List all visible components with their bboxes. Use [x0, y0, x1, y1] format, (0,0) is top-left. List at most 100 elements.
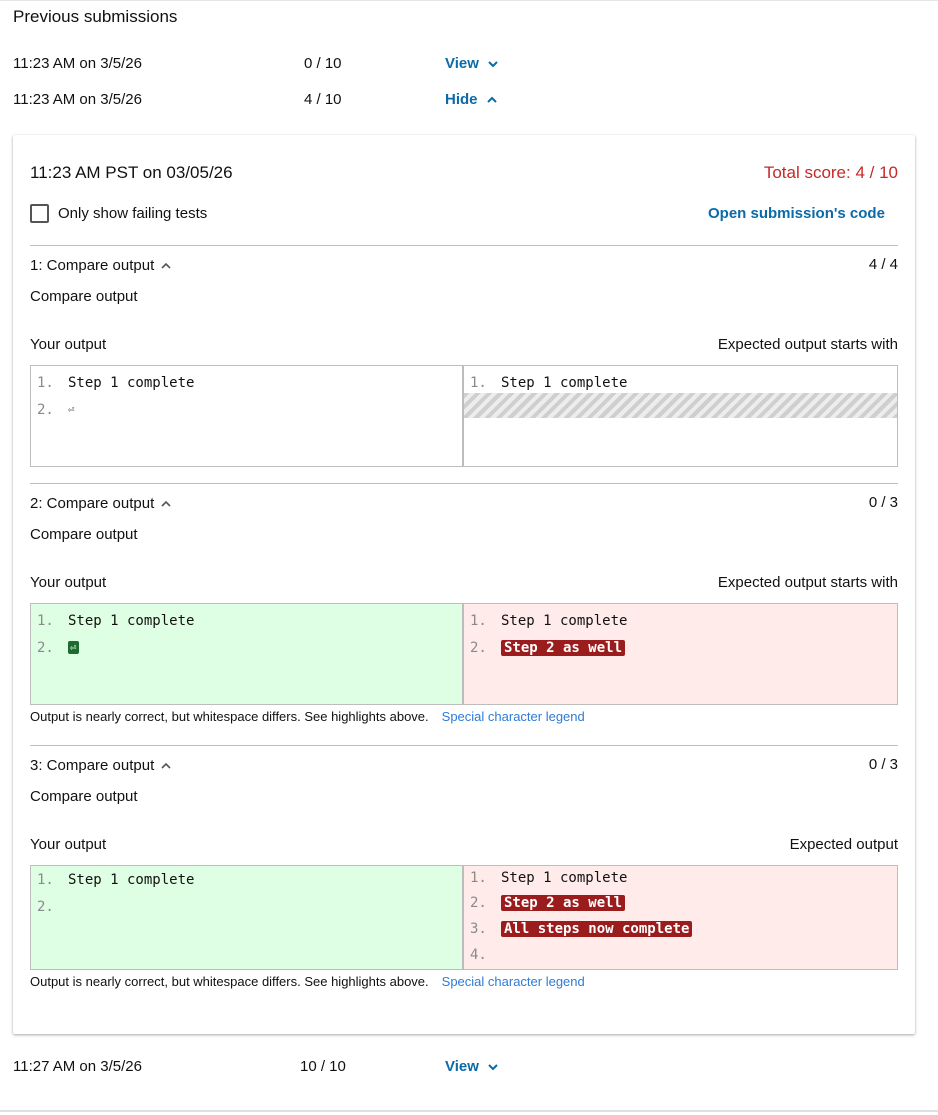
output-line: 1. Step 1 complete: [464, 369, 897, 396]
chevron-down-icon: [488, 60, 498, 67]
bottom-divider: [0, 1110, 938, 1112]
your-output-label: Your output: [30, 836, 107, 853]
divider: [30, 483, 898, 484]
submission-timestamp: 11:23 AM PST on 03/05/26: [30, 163, 233, 182]
output-line: 2. ⏎: [31, 396, 462, 423]
hide-toggle[interactable]: Hide: [445, 91, 498, 108]
submission-time: 11:23 AM on 3/5/26: [13, 91, 142, 108]
test-score: 4 / 4: [868, 256, 898, 273]
output-line: 2. ⏎: [31, 634, 462, 661]
submission-row: 11:23 AM on 3/5/26 4 / 10 Hide: [13, 91, 533, 111]
submission-time: 11:23 AM on 3/5/26: [13, 55, 142, 72]
view-toggle-label: View: [445, 1058, 479, 1075]
output-line: 2. Step 2 as well: [464, 634, 897, 661]
return-icon: ⏎: [68, 403, 75, 416]
output-line: 2.: [31, 893, 462, 920]
open-submission-code-link[interactable]: Open submission's code: [708, 205, 885, 222]
submission-score: 0 / 10: [304, 55, 342, 72]
test-toggle[interactable]: 3: Compare output: [30, 757, 172, 774]
section-title: Previous submissions: [13, 7, 178, 26]
special-character-legend-link[interactable]: Special character legend: [442, 709, 585, 724]
test-toggle[interactable]: 2: Compare output: [30, 495, 172, 512]
output-line: 1. Step 1 complete: [31, 866, 462, 893]
top-divider: [0, 0, 938, 1]
chevron-down-icon: [488, 1063, 498, 1070]
test-description: Compare output: [30, 788, 138, 805]
line-number: 2.: [470, 895, 487, 911]
expected-output-label: Expected output starts with: [717, 574, 898, 591]
return-icon: ⏎: [68, 641, 79, 654]
expected-output-pane: 1. Step 1 complete: [464, 366, 897, 466]
test-description: Compare output: [30, 526, 138, 543]
view-toggle[interactable]: View: [445, 1058, 499, 1075]
chevron-up-icon: [161, 762, 171, 769]
line-text: Step 1 complete: [68, 871, 195, 888]
line-number: 4.: [470, 947, 487, 963]
failing-tests-label: Only show failing tests: [58, 205, 208, 222]
test-title: 3: Compare output: [30, 757, 155, 774]
test-toggle[interactable]: 1: Compare output: [30, 257, 172, 274]
output-line: 1. Step 1 complete: [31, 607, 462, 634]
failing-tests-checkbox[interactable]: [30, 204, 49, 223]
expected-output-label: Expected output starts with: [717, 336, 898, 353]
line-number: 1.: [470, 374, 487, 391]
test-title: 1: Compare output: [30, 257, 155, 274]
output-comparison: 1. Step 1 complete 2. ⏎ 1. Step 1 comple…: [30, 365, 898, 467]
missing-text-highlight: Step 2 as well: [501, 639, 626, 656]
output-line: 1. Step 1 complete: [31, 369, 462, 396]
line-number: 2.: [37, 639, 54, 656]
diff-note: Output is nearly correct, but whitespace…: [30, 709, 585, 724]
test-title: 2: Compare output: [30, 495, 155, 512]
special-character-legend-link[interactable]: Special character legend: [442, 974, 585, 989]
line-number: 2.: [37, 898, 54, 915]
divider: [30, 745, 898, 746]
line-number: 1.: [37, 612, 54, 629]
hatched-region: [464, 393, 897, 418]
chevron-up-icon: [161, 262, 171, 269]
output-line: 4.: [464, 942, 897, 968]
line-number: 1.: [37, 374, 54, 391]
divider: [30, 245, 898, 246]
submission-row: 11:23 AM on 3/5/26 0 / 10 View: [13, 55, 533, 75]
line-number: 1.: [37, 871, 54, 888]
line-number: 2.: [37, 401, 54, 418]
diff-note: Output is nearly correct, but whitespace…: [30, 974, 585, 989]
diff-note-text: Output is nearly correct, but whitespace…: [30, 709, 429, 724]
line-number: 1.: [470, 870, 487, 886]
submission-score: 10 / 10: [300, 1058, 346, 1075]
output-line: 1. Step 1 complete: [464, 607, 897, 634]
test-score: 0 / 3: [868, 756, 898, 773]
submission-score: 4 / 10: [304, 91, 342, 108]
line-number: 3.: [470, 921, 487, 937]
missing-text-highlight: Step 2 as well: [501, 895, 626, 911]
output-line: 3. All steps now complete: [464, 916, 897, 942]
output-comparison: 1. Step 1 complete 2. 1. Step 1 complete…: [30, 865, 898, 970]
line-number: 2.: [470, 639, 487, 656]
test-score: 0 / 3: [868, 494, 898, 511]
view-toggle-label: View: [445, 55, 479, 72]
line-number: 1.: [470, 612, 487, 629]
line-text: Step 1 complete: [68, 374, 195, 391]
submission-time: 11:27 AM on 3/5/26: [13, 1058, 142, 1075]
your-output-pane: 1. Step 1 complete 2. ⏎: [31, 604, 464, 704]
chevron-up-icon: [486, 96, 497, 103]
expected-output-pane: 1. Step 1 complete 2. Step 2 as well: [464, 604, 897, 704]
line-text: Step 1 complete: [68, 612, 195, 629]
output-comparison: 1. Step 1 complete 2. ⏎ 1. Step 1 comple…: [30, 603, 898, 705]
your-output-pane: 1. Step 1 complete 2. ⏎: [31, 366, 464, 466]
expected-output-pane: 1. Step 1 complete 2. Step 2 as well 3. …: [464, 866, 897, 969]
output-line: 2. Step 2 as well: [464, 890, 897, 916]
line-text: Step 1 complete: [501, 870, 628, 886]
line-text: Step 1 complete: [501, 612, 628, 629]
test-description: Compare output: [30, 288, 138, 305]
your-output-label: Your output: [30, 574, 107, 591]
expected-output-label: Expected output: [789, 836, 898, 853]
your-output-label: Your output: [30, 336, 107, 353]
missing-text-highlight: All steps now complete: [501, 921, 693, 937]
chevron-up-icon: [161, 500, 171, 507]
failing-tests-filter: Only show failing tests: [30, 204, 207, 223]
submission-row: 11:27 AM on 3/5/26 10 / 10 View: [13, 1058, 533, 1078]
view-toggle[interactable]: View: [445, 55, 499, 72]
diff-note-text: Output is nearly correct, but whitespace…: [30, 974, 429, 989]
output-line: 1. Step 1 complete: [464, 866, 897, 890]
